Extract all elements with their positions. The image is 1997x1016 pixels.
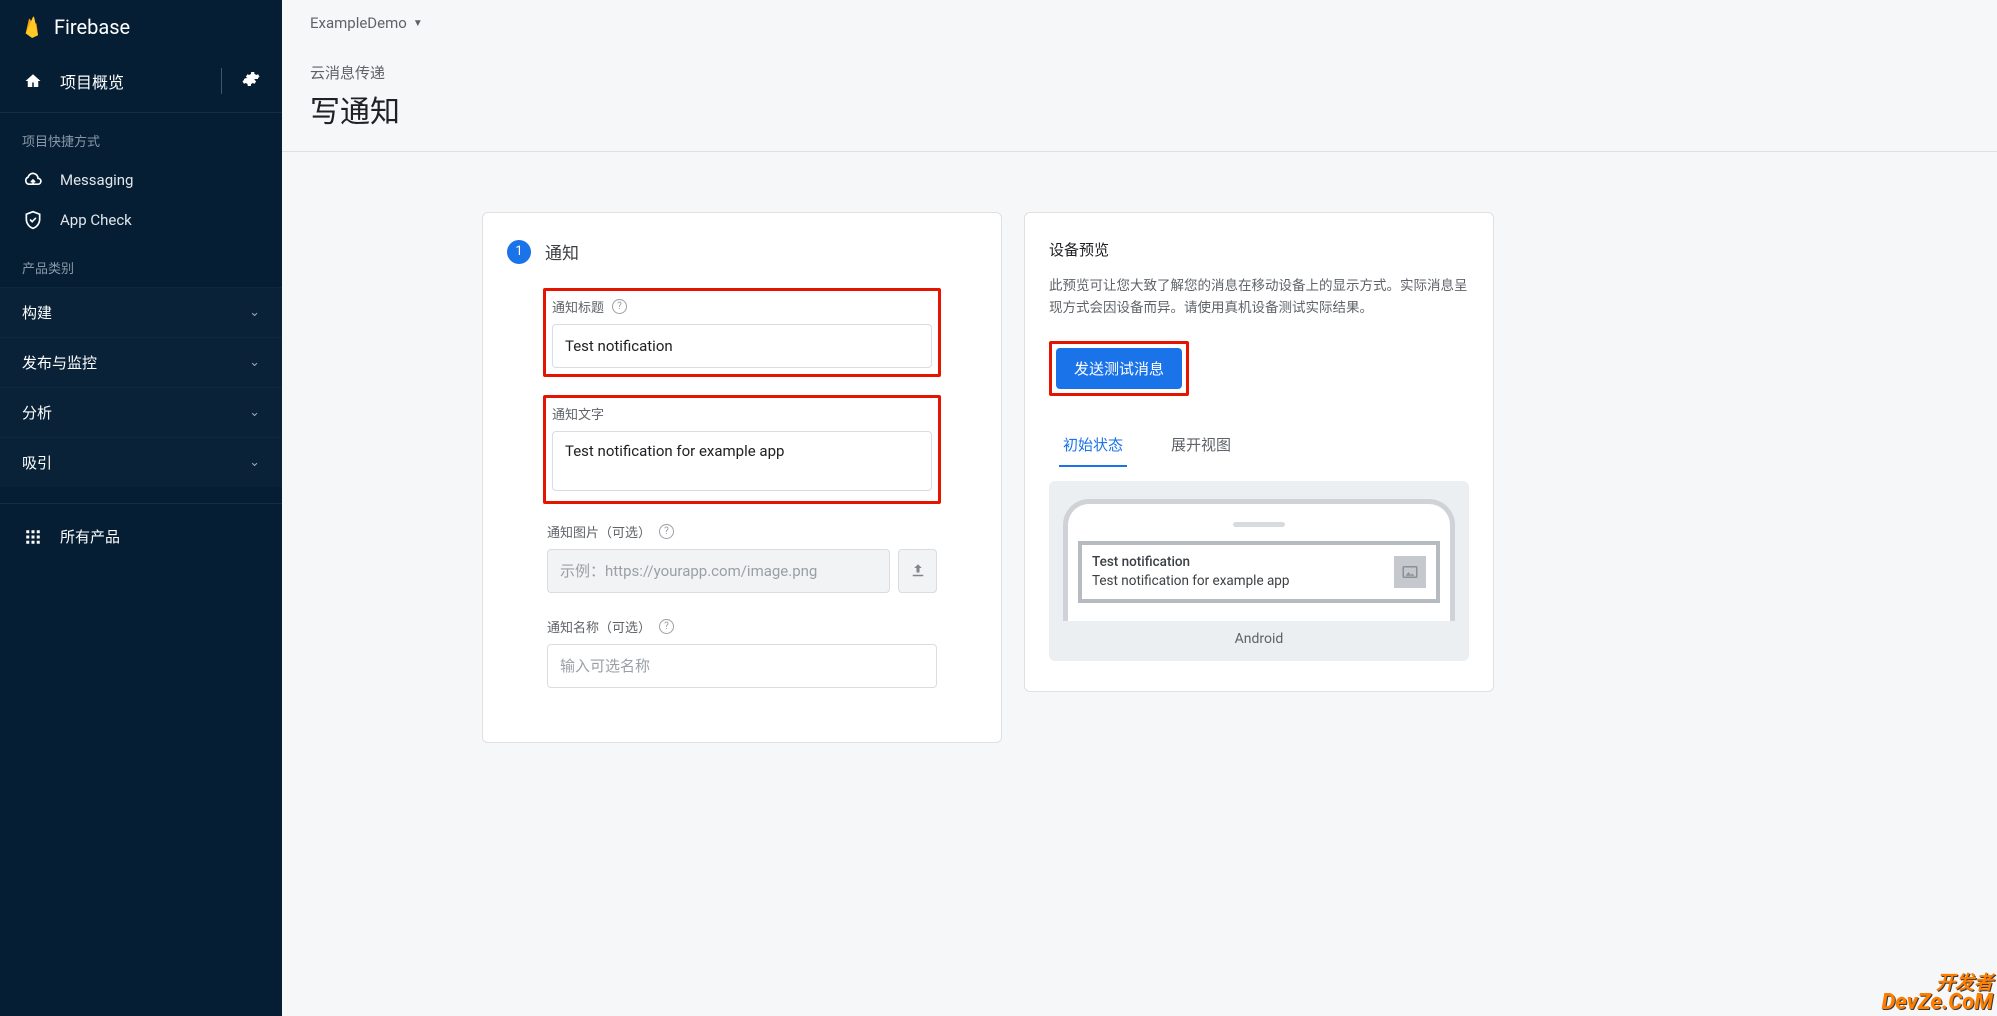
help-icon[interactable]: ? — [659, 524, 674, 539]
step-number-badge: 1 — [507, 240, 531, 264]
project-overview-label: 项目概览 — [60, 69, 124, 93]
highlighted-text-field: 通知文字 — [543, 395, 941, 504]
phone-preview-area: Test notification Test notification for … — [1049, 481, 1469, 661]
category-label: 构建 — [22, 302, 52, 323]
page-title: 写通知 — [310, 87, 1969, 131]
device-preview-card: 设备预览 此预览可让您大致了解您的消息在移动设备上的显示方式。实际消息呈现方式会… — [1024, 212, 1494, 692]
help-icon[interactable]: ? — [659, 619, 674, 634]
preview-tabs: 初始状态 展开视图 — [1049, 424, 1469, 467]
notification-preview-card: Test notification Test notification for … — [1078, 541, 1440, 603]
notification-title-input[interactable] — [552, 324, 932, 368]
category-engage[interactable]: 吸引 ⌄ — [0, 437, 282, 487]
category-build[interactable]: 构建 ⌄ — [0, 287, 282, 337]
project-overview-link[interactable]: 项目概览 — [22, 69, 124, 93]
highlighted-title-field: 通知标题 ? — [543, 288, 941, 377]
section-categories-header: 产品类别 — [0, 240, 282, 287]
notification-form-card: 1 通知 通知标题 ? 通知文字 — [482, 212, 1002, 743]
shield-check-icon — [22, 210, 44, 230]
notification-preview-title: Test notification — [1092, 553, 1289, 572]
main-header: ExampleDemo ▼ 云消息传递 写通知 — [282, 0, 1997, 152]
main-content: ExampleDemo ▼ 云消息传递 写通知 1 通知 通知标题 ? — [282, 0, 1997, 1016]
brand-row[interactable]: Firebase — [0, 0, 282, 58]
chevron-down-icon: ⌄ — [249, 305, 260, 320]
category-label: 分析 — [22, 402, 52, 423]
sidebar-item-appcheck[interactable]: App Check — [0, 200, 282, 240]
category-label: 发布与监控 — [22, 352, 97, 373]
notification-name-input[interactable] — [547, 644, 937, 688]
text-field-label: 通知文字 — [552, 404, 604, 423]
tab-expanded-view[interactable]: 展开视图 — [1167, 424, 1235, 467]
phone-shell: Test notification Test notification for … — [1063, 499, 1455, 621]
notification-image-input[interactable] — [547, 549, 890, 593]
category-analytics[interactable]: 分析 ⌄ — [0, 387, 282, 437]
divider — [221, 68, 222, 94]
grid-icon — [22, 528, 44, 546]
settings-gear-icon[interactable] — [242, 70, 260, 92]
name-field-label: 通知名称（可选） — [547, 617, 651, 636]
project-name: ExampleDemo — [310, 14, 407, 32]
tab-initial-state[interactable]: 初始状态 — [1059, 424, 1127, 467]
preview-description: 此预览可让您大致了解您的消息在移动设备上的显示方式。实际消息呈现方式会因设备而异… — [1049, 276, 1469, 319]
category-release[interactable]: 发布与监控 ⌄ — [0, 337, 282, 387]
image-field-label: 通知图片（可选） — [547, 522, 651, 541]
sidebar-item-messaging[interactable]: Messaging — [0, 160, 282, 200]
all-products-link[interactable]: 所有产品 — [0, 503, 282, 569]
project-selector[interactable]: ExampleDemo ▼ — [310, 14, 1969, 32]
sidebar: Firebase 项目概览 项目快捷方式 Messaging App Check… — [0, 0, 282, 1016]
image-placeholder-icon — [1394, 556, 1426, 588]
upload-image-button[interactable] — [898, 549, 937, 593]
preview-title: 设备预览 — [1049, 239, 1469, 260]
chevron-down-icon: ⌄ — [249, 355, 260, 370]
platform-label: Android — [1063, 631, 1455, 647]
breadcrumb-sub: 云消息传递 — [310, 62, 1969, 83]
upload-icon — [909, 562, 927, 580]
project-overview-row: 项目概览 — [0, 58, 282, 113]
firebase-logo-icon — [22, 14, 44, 40]
help-icon[interactable]: ? — [612, 299, 627, 314]
dropdown-triangle-icon: ▼ — [413, 18, 423, 29]
sidebar-item-label: Messaging — [60, 171, 133, 189]
notification-text-input[interactable] — [552, 431, 932, 491]
step-label: 通知 — [545, 239, 579, 264]
chevron-down-icon: ⌄ — [249, 405, 260, 420]
brand-text: Firebase — [54, 15, 130, 39]
step-row: 1 通知 — [507, 239, 977, 264]
highlighted-send-button: 发送测试消息 — [1049, 341, 1189, 396]
all-products-label: 所有产品 — [60, 526, 120, 547]
category-label: 吸引 — [22, 452, 52, 473]
name-field: 通知名称（可选） ? — [507, 617, 977, 688]
section-shortcuts-header: 项目快捷方式 — [0, 113, 282, 160]
sidebar-item-label: App Check — [60, 211, 132, 229]
chevron-down-icon: ⌄ — [249, 455, 260, 470]
send-test-message-button[interactable]: 发送测试消息 — [1056, 348, 1182, 389]
phone-speaker — [1233, 522, 1285, 527]
notification-preview-text: Test notification for example app — [1092, 572, 1289, 591]
home-icon — [22, 72, 44, 90]
title-field-label: 通知标题 — [552, 297, 604, 316]
image-field: 通知图片（可选） ? — [507, 522, 977, 593]
cloud-messaging-icon — [22, 170, 44, 190]
